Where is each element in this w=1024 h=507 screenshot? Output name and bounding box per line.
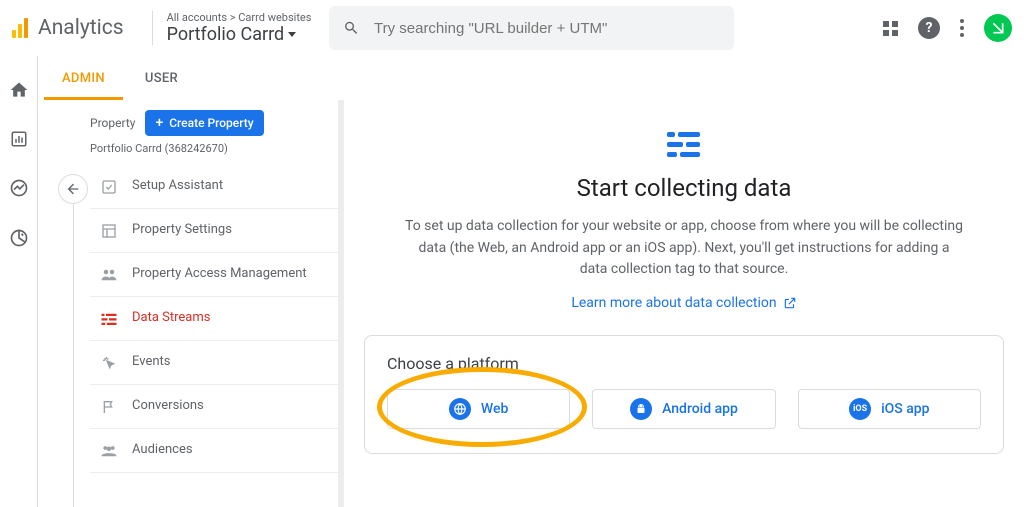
menu-access-management[interactable]: Property Access Management — [90, 253, 338, 297]
analytics-logo-icon — [12, 18, 28, 38]
apps-icon[interactable] — [883, 21, 898, 36]
arrow-left-icon — [65, 181, 81, 197]
layout-icon — [100, 223, 118, 239]
explore-icon[interactable] — [9, 178, 29, 202]
property-label: Property — [90, 116, 135, 130]
product-name: Analytics — [38, 16, 124, 40]
tab-admin[interactable]: ADMIN — [62, 56, 105, 100]
page-description: To set up data collection for your websi… — [404, 216, 964, 281]
flag-icon — [100, 399, 118, 415]
search-bar[interactable] — [329, 6, 734, 50]
create-property-button[interactable]: + Create Property — [145, 110, 263, 136]
avatar[interactable] — [984, 14, 1012, 42]
divider — [152, 11, 153, 45]
platform-android-button[interactable]: Android app — [592, 389, 775, 429]
home-icon[interactable] — [9, 80, 29, 104]
search-icon — [343, 19, 360, 37]
plus-icon: + — [155, 116, 163, 130]
left-rail — [0, 56, 38, 507]
external-link-icon — [783, 296, 797, 310]
card-title: Choose a platform — [387, 354, 981, 373]
analytics-logo[interactable]: Analytics — [12, 16, 124, 40]
page-title: Start collecting data — [577, 174, 792, 202]
android-icon — [630, 398, 652, 420]
property-name: Portfolio Carrd (368242670) — [90, 142, 338, 155]
platform-ios-button[interactable]: iOS iOS app — [798, 389, 981, 429]
data-hero-icon — [663, 128, 705, 166]
globe-icon — [449, 398, 471, 420]
back-button[interactable] — [58, 174, 88, 204]
ios-icon: iOS — [849, 398, 871, 420]
account-title: Portfolio Carrd — [167, 24, 285, 46]
menu-setup-assistant[interactable]: Setup Assistant — [90, 165, 338, 209]
breadcrumb: All accounts > Carrd websites — [167, 11, 312, 24]
menu-audiences[interactable]: Audiences — [90, 429, 338, 473]
chevron-down-icon — [288, 32, 296, 37]
tab-user[interactable]: USER — [145, 56, 178, 100]
learn-more-link[interactable]: Learn more about data collection — [571, 295, 796, 311]
audiences-icon — [100, 444, 118, 458]
people-icon — [100, 268, 118, 282]
more-icon[interactable] — [960, 19, 964, 37]
account-picker[interactable]: All accounts > Carrd websites Portfolio … — [167, 11, 312, 46]
platform-web-button[interactable]: Web — [387, 389, 570, 429]
menu-property-settings[interactable]: Property Settings — [90, 209, 338, 253]
menu-data-streams[interactable]: Data Streams — [90, 297, 338, 341]
menu-events[interactable]: Events — [90, 341, 338, 385]
platform-card: Choose a platform Web Android app — [364, 335, 1004, 454]
menu-conversions[interactable]: Conversions — [90, 385, 338, 429]
help-icon[interactable]: ? — [918, 17, 940, 39]
data-streams-icon — [100, 312, 118, 326]
cursor-click-icon — [100, 355, 118, 371]
advertising-icon[interactable] — [9, 228, 29, 252]
search-input[interactable] — [374, 20, 720, 37]
check-square-icon — [100, 179, 118, 195]
reports-icon[interactable] — [10, 130, 28, 152]
admin-tabs: ADMIN USER — [38, 56, 1024, 100]
